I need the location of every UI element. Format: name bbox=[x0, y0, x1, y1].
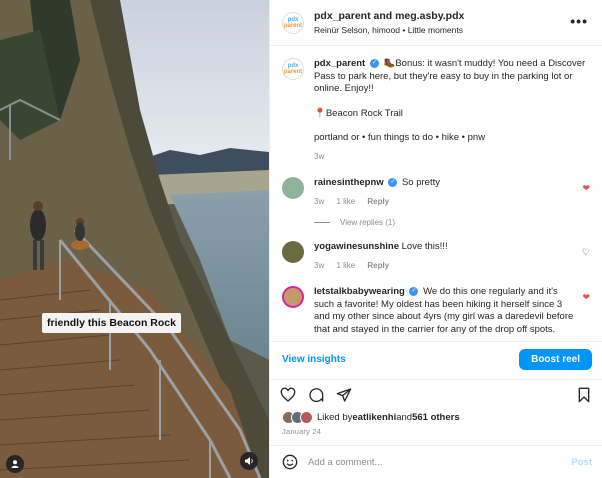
comments-list[interactable]: pdx parent pdx_parent ✓ 🥾Bonus: it wasn't… bbox=[270, 46, 602, 341]
reply-button[interactable]: Reply bbox=[367, 197, 389, 206]
collab-authors[interactable]: pdx_parent and meg.asby.pdx bbox=[314, 10, 464, 22]
pdx-parent-logo: pdx parent bbox=[283, 16, 303, 29]
post-comment-button[interactable]: Post bbox=[571, 457, 592, 468]
user-icon bbox=[11, 460, 19, 468]
comment-text: So pretty bbox=[401, 177, 440, 188]
caption-avatar[interactable]: pdx parent bbox=[282, 58, 304, 80]
comment-likes[interactable]: 1 like bbox=[336, 261, 355, 270]
liker-username[interactable]: eatlikenhi bbox=[352, 412, 396, 423]
video-caption-overlay: friendly this Beacon Rock bbox=[42, 313, 181, 333]
heart-outline-icon[interactable]: ♡ bbox=[582, 247, 590, 258]
liker-avatar bbox=[300, 411, 313, 424]
reply-button[interactable]: Reply bbox=[367, 261, 389, 270]
comment-item: letstalkbabywearing ✓ We do this one reg… bbox=[282, 286, 590, 336]
comment-item: rainesinthepnw ✓ So pretty 3w 1 like Rep… bbox=[282, 177, 590, 208]
action-bar bbox=[270, 379, 602, 409]
speaker-icon bbox=[245, 457, 253, 465]
verified-badge-icon: ✓ bbox=[369, 58, 379, 68]
like-icon[interactable] bbox=[280, 387, 296, 403]
mute-button[interactable] bbox=[240, 452, 258, 470]
view-insights-link[interactable]: View insights bbox=[282, 354, 346, 365]
likes-mid: and bbox=[396, 412, 413, 423]
comment-time: 3w bbox=[314, 260, 325, 270]
comment-likes[interactable]: 1 like bbox=[336, 197, 355, 206]
post-date[interactable]: January 24 bbox=[270, 424, 602, 436]
comment-username[interactable]: yogawinesunshine bbox=[314, 241, 399, 252]
more-options-icon[interactable]: ••• bbox=[570, 14, 588, 28]
liker-avatars bbox=[282, 411, 313, 424]
post-caption: pdx parent pdx_parent ✓ 🥾Bonus: it wasn't… bbox=[282, 58, 590, 163]
share-icon[interactable] bbox=[336, 387, 352, 403]
commenter-avatar[interactable] bbox=[282, 286, 304, 308]
tagged-users-button[interactable] bbox=[6, 455, 24, 473]
view-replies-label: View replies (1) bbox=[340, 218, 395, 227]
caption-location: 📍Beacon Rock Trail bbox=[314, 107, 403, 119]
heart-filled-icon[interactable]: ❤ bbox=[582, 183, 590, 194]
bookmark-icon[interactable] bbox=[576, 387, 592, 403]
comment-input[interactable]: Add a comment... bbox=[308, 457, 571, 468]
caption-tags[interactable]: portland or • fun things to do • hike • … bbox=[314, 132, 590, 145]
commenter-avatar[interactable] bbox=[282, 241, 304, 263]
author-avatar[interactable]: pdx parent bbox=[282, 11, 304, 34]
comment-icon[interactable] bbox=[308, 387, 324, 403]
heart-filled-icon[interactable]: ❤ bbox=[582, 292, 590, 303]
verified-badge-icon: ✓ bbox=[388, 177, 398, 187]
insights-bar: View insights Boost reel bbox=[270, 341, 602, 377]
audio-attribution[interactable]: Reinür Selson, himood • Little moments bbox=[314, 25, 464, 35]
divider bbox=[314, 222, 330, 223]
comment-username[interactable]: rainesinthepnw bbox=[314, 177, 384, 188]
comment-username[interactable]: letstalkbabywearing bbox=[314, 286, 405, 297]
likes-prefix: Liked by bbox=[317, 412, 353, 423]
comment-time: 3w bbox=[314, 196, 325, 206]
boost-reel-button[interactable]: Boost reel bbox=[519, 349, 592, 370]
pdx-parent-logo: pdx parent bbox=[283, 63, 303, 75]
caption-username[interactable]: pdx_parent bbox=[314, 58, 365, 69]
emoji-icon[interactable] bbox=[282, 454, 298, 470]
post-media[interactable]: friendly this Beacon Rock bbox=[0, 0, 269, 478]
post-header: pdx parent pdx_parent and meg.asby.pdx Re… bbox=[270, 0, 602, 46]
verified-badge-icon: ✓ bbox=[409, 286, 419, 296]
caption-time: 3w bbox=[314, 151, 325, 161]
view-replies-button[interactable]: View replies (1) bbox=[314, 218, 590, 227]
comment-item: yogawinesunshine Love this!!! 3w 1 like … bbox=[282, 241, 590, 272]
commenter-avatar[interactable] bbox=[282, 177, 304, 199]
post-details-panel: pdx parent pdx_parent and meg.asby.pdx Re… bbox=[269, 0, 602, 478]
add-comment-bar: Add a comment... Post bbox=[270, 445, 602, 478]
trail-photo bbox=[0, 0, 269, 478]
likes-summary[interactable]: Liked by eatlikenhi and 561 others bbox=[270, 409, 602, 424]
likes-count[interactable]: 561 others bbox=[412, 412, 460, 423]
comment-text: Love this!!! bbox=[401, 241, 448, 252]
